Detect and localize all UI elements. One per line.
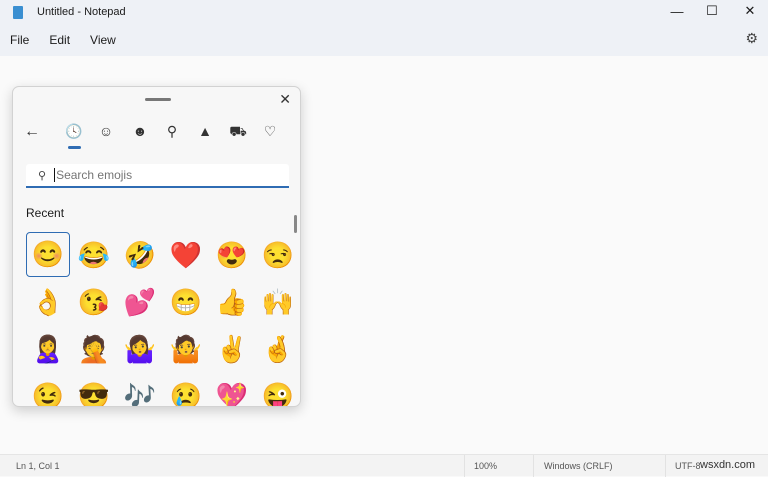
cursor-position: Ln 1, Col 1: [16, 461, 60, 471]
title-bar: Untitled - Notepad: [0, 0, 768, 24]
emoji-item[interactable]: 😊: [26, 232, 70, 277]
window-title: Untitled - Notepad: [37, 6, 126, 18]
emoji-panel: ✕ ← 🕓 ☺ ☻ ⚲ ▲ ⛟ ♡ ⚲ Recent 😊😂🤣❤️😍😒 👌😘💕😁👍🙌…: [12, 86, 301, 407]
drag-handle[interactable]: [145, 98, 171, 101]
emoji-item[interactable]: 👌: [26, 279, 70, 326]
zoom-level: 100%: [474, 461, 498, 471]
menu-file[interactable]: File: [10, 33, 39, 47]
emoji-item[interactable]: 💕: [118, 279, 162, 326]
tab-smileys-icon[interactable]: ☺: [95, 123, 117, 139]
emoji-item[interactable]: 😂: [72, 232, 116, 279]
line-ending: Windows (CRLF): [544, 461, 613, 471]
emoji-item[interactable]: ❤️: [164, 232, 208, 279]
back-arrow-icon[interactable]: ←: [21, 123, 43, 141]
emoji-item[interactable]: 🤦: [72, 326, 116, 373]
notepad-app-icon: [13, 5, 23, 19]
settings-gear-icon[interactable]: ⚙: [745, 30, 758, 47]
emoji-item[interactable]: 😎: [72, 373, 116, 406]
menu-view[interactable]: View: [90, 33, 126, 47]
tab-people-icon[interactable]: ☻: [129, 123, 151, 139]
status-bar: Ln 1, Col 1 100% Windows (CRLF) UTF-8 ws…: [0, 454, 768, 477]
emoji-grid: 😊 😂 🤣 ❤️ 😍 😒 👌 😘 💕 😁 👍 🙌 🙎‍♀️ 🤦 🤷‍♀️ 🤷 ✌️ 🤞 😉 😎 🎶 😢 💖 😜: [26, 232, 300, 406]
encoding: UTF-8: [675, 461, 701, 471]
emoji-item[interactable]: 😍: [210, 232, 254, 279]
minimize-button[interactable]: —: [660, 0, 694, 22]
watermark: wsxdn.com: [700, 459, 756, 471]
emoji-item[interactable]: 💖: [210, 373, 254, 406]
emoji-item[interactable]: 🤷‍♀️: [118, 326, 162, 373]
emoji-item[interactable]: ✌️: [210, 326, 254, 373]
menu-bar: File Edit View: [0, 24, 768, 56]
emoji-item[interactable]: 😁: [164, 279, 208, 326]
close-button[interactable]: ✕: [733, 0, 767, 22]
emoji-item[interactable]: 😜: [256, 373, 300, 406]
emoji-search-input[interactable]: [54, 168, 255, 182]
tab-celebration-icon[interactable]: ⚲: [161, 123, 183, 140]
emoji-item[interactable]: 🤞: [256, 326, 300, 373]
search-icon: ⚲: [38, 169, 47, 182]
emoji-item[interactable]: 🤷: [164, 326, 208, 373]
emoji-category-tabs: ← 🕓 ☺ ☻ ⚲ ▲ ⛟ ♡: [13, 123, 300, 149]
emoji-search[interactable]: ⚲: [26, 164, 289, 188]
menu-edit[interactable]: Edit: [49, 33, 80, 47]
scrollbar[interactable]: [294, 215, 297, 233]
emoji-item[interactable]: 🙎‍♀️: [26, 326, 70, 373]
emoji-item[interactable]: 🤣: [118, 232, 162, 279]
tab-symbols-heart-icon[interactable]: ♡: [259, 123, 281, 140]
tab-food-icon[interactable]: ▲: [194, 123, 216, 139]
emoji-item[interactable]: 🙌: [256, 279, 300, 326]
emoji-item[interactable]: 😉: [26, 373, 70, 406]
emoji-item[interactable]: 🎶: [118, 373, 162, 406]
section-heading: Recent: [26, 206, 65, 220]
panel-close-icon[interactable]: ✕: [279, 91, 291, 108]
emoji-item[interactable]: 👍: [210, 279, 254, 326]
maximize-button[interactable]: ☐: [695, 0, 729, 22]
tab-recent-clock-icon[interactable]: 🕓: [63, 123, 85, 149]
emoji-item[interactable]: 😒: [256, 232, 300, 279]
tab-travel-icon[interactable]: ⛟: [227, 123, 249, 142]
emoji-item[interactable]: 😢: [164, 373, 208, 406]
emoji-item[interactable]: 😘: [72, 279, 116, 326]
